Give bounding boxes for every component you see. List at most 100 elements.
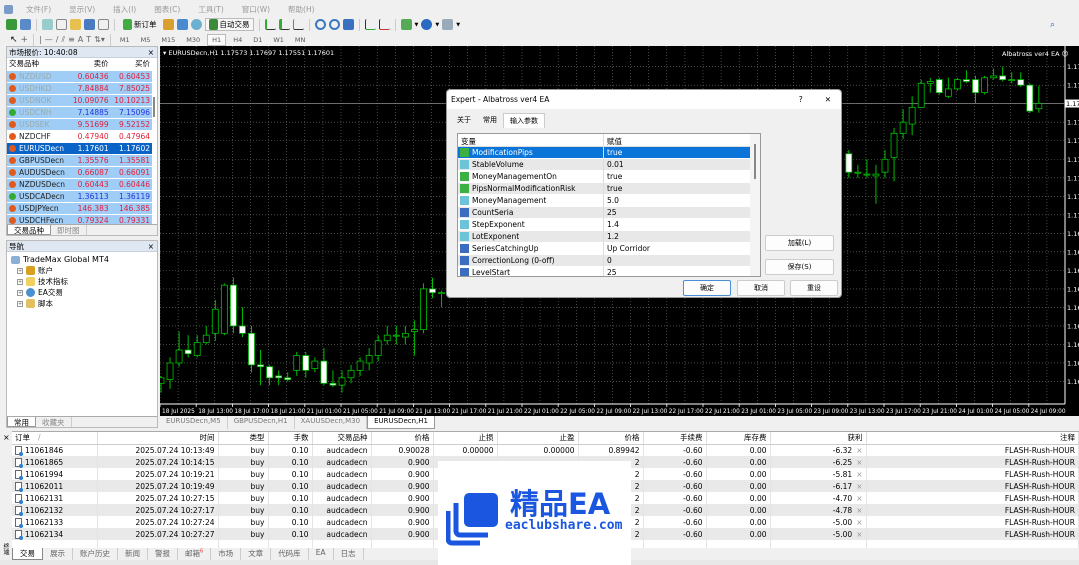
param-row[interactable]: CorrectionLong (0-off) 0	[458, 254, 751, 267]
label-icon[interactable]: T	[86, 35, 91, 44]
tab-symbols[interactable]: 交易品种	[7, 225, 51, 235]
cancel-button[interactable]: 取消	[737, 280, 785, 296]
param-value[interactable]: true	[604, 172, 622, 181]
market-watch-row[interactable]: NZDCHF 0.47940 0.47964	[7, 130, 152, 143]
column-header[interactable]: 手续费	[643, 432, 707, 445]
terminal-tab[interactable]: 警报	[148, 548, 178, 560]
trendline-icon[interactable]: /	[56, 35, 59, 44]
param-value[interactable]: 1.4	[604, 220, 619, 229]
column-header[interactable]: 时间	[97, 432, 219, 445]
market-watch-row[interactable]: USDHKD 7.84884 7.85025	[7, 82, 152, 95]
timeframe-m5[interactable]: M5	[137, 35, 155, 45]
terminal-tab[interactable]: 邮箱6	[178, 548, 212, 560]
horizontal-line-icon[interactable]: —	[45, 35, 53, 44]
dialog-titlebar[interactable]: Expert - Albatross ver4 EA ? ✕	[447, 90, 841, 109]
tree-item-indicators[interactable]: + 技术指标	[11, 276, 157, 287]
menu-charts[interactable]: 图表(C)	[145, 4, 189, 15]
save-button[interactable]: 保存(S)	[765, 259, 834, 275]
terminal-icon[interactable]	[84, 19, 95, 30]
channel-icon[interactable]: ⫽	[62, 35, 66, 45]
column-header[interactable]: 类型	[218, 432, 269, 445]
close-order-icon[interactable]: ×	[856, 446, 862, 455]
terminal-tab[interactable]: 文章	[241, 548, 272, 560]
zoom-out-icon[interactable]	[328, 19, 340, 30]
col-symbol[interactable]: 交易品种	[7, 58, 70, 71]
market-watch-row[interactable]: EURUSDecn 1.17601 1.17602	[7, 142, 152, 155]
market-watch-row[interactable]: GBPUSDecn 1.35576 1.35581	[7, 154, 152, 167]
zoom-in-icon[interactable]	[314, 19, 326, 30]
tab-common[interactable]: 常用	[7, 417, 36, 427]
market-watch-row[interactable]: NZDUSD 0.60436 0.60453	[7, 70, 152, 83]
column-header[interactable]: 交易品种	[312, 432, 372, 445]
timeframe-mn[interactable]: MN	[291, 35, 309, 45]
terminal-tab[interactable]: 账户历史	[73, 548, 118, 560]
param-value[interactable]: 0.01	[604, 160, 624, 169]
close-order-icon[interactable]: ×	[856, 470, 862, 479]
close-icon[interactable]: ×	[3, 433, 10, 442]
market-watch-row[interactable]: USDCADecn 1.36113 1.36119	[7, 190, 152, 203]
param-row[interactable]: CountSeria 25	[458, 206, 751, 219]
terminal-tab[interactable]: 代码库	[271, 548, 309, 560]
close-order-icon[interactable]: ×	[856, 518, 862, 527]
metaeditor-icon[interactable]	[162, 19, 174, 30]
timeframe-h1[interactable]: H1	[207, 33, 227, 46]
tester-icon[interactable]	[98, 19, 109, 30]
timeframe-d1[interactable]: D1	[249, 35, 266, 45]
menu-window[interactable]: 窗口(W)	[233, 4, 279, 15]
close-icon[interactable]: ×	[148, 48, 157, 57]
column-header[interactable]: 价格	[371, 432, 434, 445]
cursor-icon[interactable]: ↖	[10, 35, 18, 45]
text-icon[interactable]: A	[78, 35, 83, 44]
param-value[interactable]: 25	[604, 208, 617, 217]
timeframe-m1[interactable]: M1	[116, 35, 134, 45]
tab-inputs[interactable]: 输入参数	[503, 113, 545, 128]
signals-icon[interactable]	[190, 19, 202, 30]
help-button[interactable]: ?	[799, 95, 803, 104]
column-header[interactable]: 止盈	[497, 432, 579, 445]
param-row[interactable]: StepExponent 1.4	[458, 218, 751, 231]
inputs-scrollbar[interactable]	[750, 134, 760, 276]
column-header[interactable]: 注释	[866, 432, 1079, 445]
data-window-icon[interactable]	[56, 19, 67, 30]
mailbox-icon[interactable]	[176, 19, 188, 30]
templates-icon[interactable]	[442, 19, 454, 30]
search-icon[interactable]: ⌕	[1050, 20, 1055, 30]
auto-trading-button[interactable]: 自动交易	[204, 18, 254, 31]
column-header[interactable]: 价格	[578, 432, 644, 445]
param-row[interactable]: MoneyManagementOn true	[458, 170, 751, 183]
tab-favorites[interactable]: 收藏夹	[36, 417, 72, 427]
reset-button[interactable]: 重设	[790, 280, 838, 296]
close-icon[interactable]: ×	[148, 242, 157, 251]
chart-shift-icon[interactable]	[364, 19, 376, 30]
param-row[interactable]: MoneyManagement 5.0	[458, 194, 751, 207]
menu-help[interactable]: 帮助(H)	[279, 4, 324, 15]
param-row[interactable]: ModificationPips true	[458, 146, 751, 159]
tree-item-expert-advisors[interactable]: + EA交易	[11, 287, 157, 298]
tree-root[interactable]: TradeMax Global MT4	[11, 254, 157, 265]
terminal-tab[interactable]: 日志	[334, 548, 364, 560]
param-row[interactable]: LotExponent 1.2	[458, 230, 751, 243]
tab-about[interactable]: 关于	[451, 113, 477, 128]
chart-tab-active[interactable]: EURUSDecn,H1	[367, 416, 435, 429]
indicators-icon[interactable]	[400, 19, 412, 30]
param-value[interactable]: true	[604, 184, 622, 193]
close-button[interactable]: ✕	[825, 95, 831, 104]
ea-label[interactable]: Albatross ver4 EA ☺	[1002, 50, 1068, 58]
crosshair-icon[interactable]: +	[21, 35, 29, 45]
close-order-icon[interactable]: ×	[856, 482, 862, 491]
new-order-button[interactable]: 新订单	[120, 18, 160, 31]
market-watch-row[interactable]: USDSEK 9.51699 9.52152	[7, 118, 152, 131]
market-watch-scrollbar[interactable]	[153, 97, 155, 117]
timeframe-h4[interactable]: H4	[229, 35, 246, 45]
ok-button[interactable]: 确定	[683, 280, 731, 296]
new-chart-icon[interactable]	[6, 19, 17, 30]
param-value[interactable]: Up Corridor	[604, 244, 650, 253]
periods-icon[interactable]	[421, 19, 433, 30]
param-value[interactable]: 25	[604, 268, 617, 276]
fibonacci-icon[interactable]: ≡	[68, 35, 75, 44]
market-watch-row[interactable]: USDJPYecn 146.383 146.385	[7, 202, 152, 215]
param-value[interactable]: 1.2	[604, 232, 619, 241]
market-watch-row[interactable]: USDCNH 7.14885 7.15096	[7, 106, 152, 119]
timeframe-w1[interactable]: W1	[269, 35, 288, 45]
market-watch-row[interactable]: USDNOK 10.09076 10.10213	[7, 94, 152, 107]
